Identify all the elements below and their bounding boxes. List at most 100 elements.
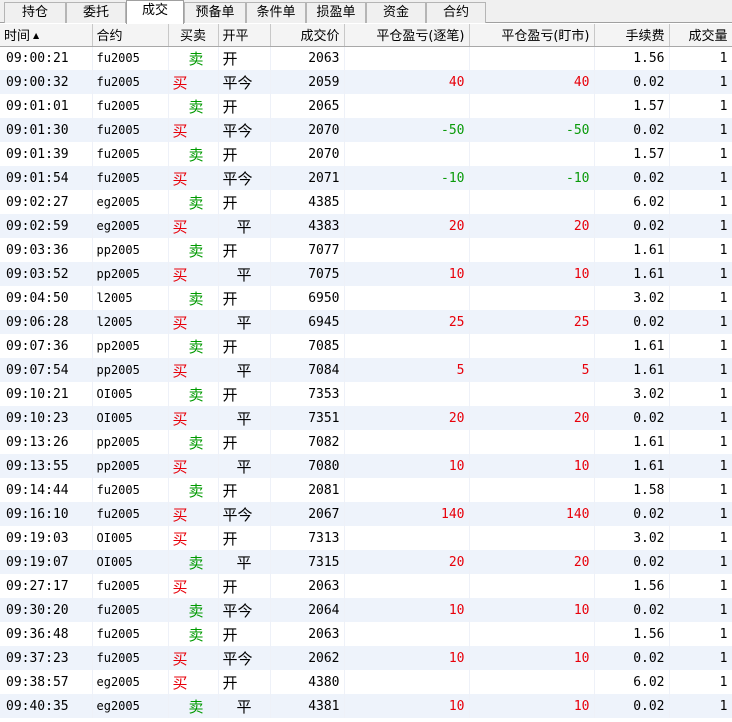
cell-contract: eg2005 <box>92 214 169 238</box>
cell-qty: 1 <box>669 310 732 334</box>
table-row[interactable]: 09:36:48 fu2005 卖开 2063 1.56 1 <box>0 622 732 646</box>
table-row[interactable]: 09:03:36 pp2005 卖开 7077 1.61 1 <box>0 238 732 262</box>
tab-preorders[interactable]: 预备单 <box>184 2 246 23</box>
cell-side: 卖 <box>168 694 219 718</box>
cell-price: 7351 <box>270 406 345 430</box>
col-header-open-close[interactable]: 开平 <box>218 24 271 47</box>
cell-time: 09:01:54 <box>0 166 93 190</box>
cell-pnl-mark <box>469 478 595 502</box>
cell-side: 买 <box>168 526 219 550</box>
cell-open-close: 平今 <box>218 118 271 142</box>
cell-price: 7082 <box>270 430 345 454</box>
tab-contracts[interactable]: 合约 <box>426 2 486 23</box>
table-row[interactable]: 09:00:32 fu2005 买平今 2059 40 40 0.02 1 <box>0 70 732 94</box>
table-row[interactable]: 09:04:50 l2005 卖开 6950 3.02 1 <box>0 286 732 310</box>
cell-price: 4385 <box>270 190 345 214</box>
cell-pnl-trade <box>344 670 470 694</box>
col-header-pnl-trade[interactable]: 平仓盈亏(逐笔) <box>344 24 470 47</box>
cell-time: 09:07:54 <box>0 358 93 382</box>
cell-pnl-trade: 5 <box>344 358 470 382</box>
cell-qty: 1 <box>669 406 732 430</box>
cell-side: 卖 <box>168 478 219 502</box>
tab-positions[interactable]: 持仓 <box>4 2 66 23</box>
table-row[interactable]: 09:10:23 OI005 买平 7351 20 20 0.02 1 <box>0 406 732 430</box>
table-row[interactable]: 09:01:54 fu2005 买平今 2071 -10 -10 0.02 1 <box>0 166 732 190</box>
col-header-price[interactable]: 成交价 <box>270 24 345 47</box>
tab-funds[interactable]: 资金 <box>366 2 426 23</box>
cell-time: 09:38:57 <box>0 670 93 694</box>
table-row[interactable]: 09:38:57 eg2005 买开 4380 6.02 1 <box>0 670 732 694</box>
cell-contract: OI005 <box>92 550 169 574</box>
cell-fee: 0.02 <box>594 310 670 334</box>
cell-price: 2059 <box>270 70 345 94</box>
cell-pnl-trade: 10 <box>344 454 470 478</box>
table-row[interactable]: 09:07:36 pp2005 卖开 7085 1.61 1 <box>0 334 732 358</box>
tab-orders[interactable]: 委托 <box>66 2 126 23</box>
cell-price: 2063 <box>270 46 345 70</box>
cell-fee: 1.57 <box>594 94 670 118</box>
table-row[interactable]: 09:02:59 eg2005 买平 4383 20 20 0.02 1 <box>0 214 732 238</box>
cell-qty: 1 <box>669 334 732 358</box>
table-row[interactable]: 09:01:01 fu2005 卖开 2065 1.57 1 <box>0 94 732 118</box>
table-row[interactable]: 09:01:30 fu2005 买平今 2070 -50 -50 0.02 1 <box>0 118 732 142</box>
cell-open-close: 平 <box>218 358 271 382</box>
col-header-time[interactable]: 时间 ▲ <box>0 24 93 47</box>
cell-pnl-trade: 10 <box>344 262 470 286</box>
cell-fee: 0.02 <box>594 646 670 670</box>
cell-time: 09:13:55 <box>0 454 93 478</box>
table-row[interactable]: 09:00:21 fu2005 卖开 2063 1.56 1 <box>0 46 732 70</box>
cell-open-close: 开 <box>218 622 271 646</box>
cell-fee: 1.61 <box>594 430 670 454</box>
cell-fee: 1.61 <box>594 238 670 262</box>
cell-contract: eg2005 <box>92 190 169 214</box>
table-row[interactable]: 09:13:55 pp2005 买平 7080 10 10 1.61 1 <box>0 454 732 478</box>
cell-time: 09:13:26 <box>0 430 93 454</box>
table-row[interactable]: 09:30:20 fu2005 卖平今 2064 10 10 0.02 1 <box>0 598 732 622</box>
cell-fee: 6.02 <box>594 670 670 694</box>
table-row[interactable]: 09:14:44 fu2005 卖开 2081 1.58 1 <box>0 478 732 502</box>
cell-contract: eg2005 <box>92 670 169 694</box>
col-header-fee[interactable]: 手续费 <box>594 24 670 47</box>
tab-bar: 持仓 委托 成交 预备单 条件单 损盈单 资金 合约 <box>0 0 732 24</box>
cell-contract: fu2005 <box>92 118 169 142</box>
table-row[interactable]: 09:40:35 eg2005 卖平 4381 10 10 0.02 1 <box>0 694 732 718</box>
table-row[interactable]: 09:19:07 OI005 卖平 7315 20 20 0.02 1 <box>0 550 732 574</box>
cell-side: 买 <box>168 214 219 238</box>
table-row[interactable]: 09:27:17 fu2005 买开 2063 1.56 1 <box>0 574 732 598</box>
cell-pnl-mark: 140 <box>469 502 595 526</box>
table-row[interactable]: 09:01:39 fu2005 卖开 2070 1.57 1 <box>0 142 732 166</box>
cell-time: 09:37:23 <box>0 646 93 670</box>
col-header-side[interactable]: 买卖 <box>168 24 219 47</box>
cell-pnl-trade <box>344 574 470 598</box>
table-row[interactable]: 09:03:52 pp2005 买平 7075 10 10 1.61 1 <box>0 262 732 286</box>
cell-price: 7077 <box>270 238 345 262</box>
cell-price: 4380 <box>270 670 345 694</box>
tab-stop-profit-orders[interactable]: 损盈单 <box>306 2 366 23</box>
col-header-contract[interactable]: 合约 <box>92 24 169 47</box>
cell-fee: 1.56 <box>594 622 670 646</box>
tab-conditional-orders[interactable]: 条件单 <box>246 2 306 23</box>
table-row[interactable]: 09:02:27 eg2005 卖开 4385 6.02 1 <box>0 190 732 214</box>
cell-fee: 0.02 <box>594 550 670 574</box>
cell-pnl-mark: 40 <box>469 70 595 94</box>
cell-open-close: 开 <box>218 334 271 358</box>
cell-contract: pp2005 <box>92 358 169 382</box>
table-row[interactable]: 09:16:10 fu2005 买平今 2067 140 140 0.02 1 <box>0 502 732 526</box>
cell-fee: 1.61 <box>594 262 670 286</box>
col-header-pnl-mark[interactable]: 平仓盈亏(盯市) <box>469 24 595 47</box>
header-row: 时间 ▲ 合约 买卖 开平 成交价 平仓盈亏(逐笔) 平仓盈亏(盯市) 手续费 成… <box>0 24 732 47</box>
table-row[interactable]: 09:19:03 OI005 买开 7313 3.02 1 <box>0 526 732 550</box>
tab-trades[interactable]: 成交 <box>126 0 184 24</box>
table-row[interactable]: 09:10:21 OI005 卖开 7353 3.02 1 <box>0 382 732 406</box>
cell-price: 2081 <box>270 478 345 502</box>
table-row[interactable]: 09:13:26 pp2005 卖开 7082 1.61 1 <box>0 430 732 454</box>
cell-time: 09:01:30 <box>0 118 93 142</box>
cell-price: 7075 <box>270 262 345 286</box>
cell-price: 6945 <box>270 310 345 334</box>
cell-time: 09:07:36 <box>0 334 93 358</box>
table-row[interactable]: 09:37:23 fu2005 买平今 2062 10 10 0.02 1 <box>0 646 732 670</box>
table-row[interactable]: 09:07:54 pp2005 买平 7084 5 5 1.61 1 <box>0 358 732 382</box>
cell-qty: 1 <box>669 190 732 214</box>
table-row[interactable]: 09:06:28 l2005 买平 6945 25 25 0.02 1 <box>0 310 732 334</box>
col-header-qty[interactable]: 成交量 <box>669 24 732 47</box>
